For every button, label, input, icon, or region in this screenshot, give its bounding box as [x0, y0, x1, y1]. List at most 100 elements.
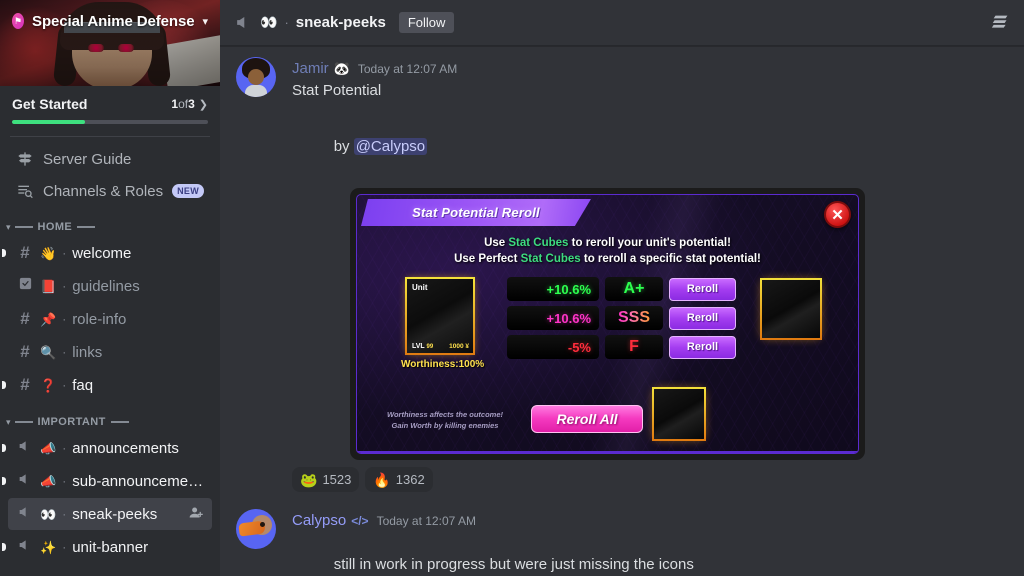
- home-icon: ⚑: [12, 13, 25, 29]
- channel-separator: ·: [62, 507, 67, 521]
- announcement-channel-icon: [16, 471, 34, 492]
- stat-rows: +10.6% A+ Reroll +10.6% SSS Reroll -5% F…: [507, 277, 736, 364]
- stat-cubes-highlight: Stat Cubes: [508, 237, 569, 249]
- category-home[interactable]: ▾ HOME: [0, 207, 220, 236]
- pepe-reaction[interactable]: 🐸 1523: [292, 467, 360, 492]
- announcement-channel-icon: [234, 13, 253, 32]
- sidebar-item-faq[interactable]: # ❓ · faq: [2, 369, 212, 401]
- channel-emoji: 👀: [260, 14, 278, 30]
- unit-card[interactable]: Unit LVL 99 1000 ¥: [405, 277, 475, 355]
- reroll-button[interactable]: Reroll: [669, 277, 736, 301]
- pepe-icon: 🐸: [300, 471, 318, 488]
- category-label: HOME: [37, 221, 73, 233]
- stat-percent: -5%: [507, 335, 599, 359]
- channel-sidebar: ⚑ Special Anime Defense ▾ Get Started 1o…: [0, 0, 220, 576]
- sidebar-item-links[interactable]: # 🔍 · links: [8, 336, 212, 368]
- channel-emoji: 📣: [40, 440, 57, 456]
- sidebar-item-sneak-peeks[interactable]: 👀 · sneak-peeks: [8, 498, 212, 530]
- channel-separator: ·: [62, 378, 67, 392]
- channel-emoji: 👋: [40, 245, 57, 261]
- mention-prefix: by: [333, 138, 354, 155]
- message-author[interactable]: Jamir: [292, 58, 329, 80]
- message-attachment-image[interactable]: Stat Potential Reroll ✕ Use Stat Cubes t…: [350, 188, 865, 460]
- sidebar-item-welcome[interactable]: # 👋 · welcome: [2, 237, 212, 269]
- message-author[interactable]: Calypso: [292, 510, 346, 532]
- message-list[interactable]: Jamir 🐼 Today at 12:07 AM Stat Potential…: [220, 46, 1024, 576]
- message-header: Jamir 🐼 Today at 12:07 AM: [292, 58, 976, 80]
- chevron-down-icon: ▾: [6, 416, 11, 427]
- close-icon[interactable]: ✕: [824, 201, 851, 228]
- channel-separator: ·: [62, 540, 67, 554]
- chevron-right-icon[interactable]: ❯: [199, 99, 208, 111]
- avatar[interactable]: [236, 509, 276, 549]
- channel-emoji: ✨: [40, 539, 57, 555]
- channels-roles-icon: [16, 182, 34, 200]
- message-text: still in work in progress but were just …: [292, 532, 976, 576]
- channel-name: guidelines: [72, 277, 140, 295]
- developer-badge-icon: </>: [351, 514, 369, 528]
- channel-name: sub-announcements: [72, 472, 204, 490]
- channel-separator: ·: [62, 441, 67, 455]
- discord-app: ⚑ Special Anime Defense ▾ Get Started 1o…: [0, 0, 1024, 576]
- sidebar-item-label: Server Guide: [43, 150, 132, 168]
- item-slot-bottom[interactable]: [652, 387, 706, 441]
- gui-description: Use Stat Cubes to reroll your unit's pot…: [357, 235, 858, 267]
- announcement-channel-icon: [16, 504, 34, 525]
- unread-pip: [2, 543, 6, 551]
- channel-separator: ·: [284, 15, 289, 30]
- reaction-count: 1523: [322, 472, 352, 487]
- fire-reaction[interactable]: 🔥 1362: [365, 467, 433, 492]
- hash-icon: #: [20, 309, 30, 328]
- threads-icon[interactable]: [990, 12, 1012, 34]
- channel-header: 👀 · sneak-peeks Follow: [220, 0, 1024, 46]
- channel-name: links: [72, 343, 103, 361]
- author-emoji: 🐼: [333, 61, 350, 76]
- reroll-all-button[interactable]: Reroll All: [531, 405, 643, 433]
- hash-icon: #: [20, 375, 30, 394]
- user-mention[interactable]: @Calypso: [353, 138, 428, 155]
- message-jamir-1: Jamir 🐼 Today at 12:07 AM Stat Potential…: [220, 56, 1024, 494]
- channel-emoji: ❓: [40, 377, 57, 393]
- item-slot-right[interactable]: [760, 278, 822, 340]
- unread-pip: [2, 444, 6, 452]
- channel-emoji: 👀: [40, 506, 57, 522]
- add-member-icon[interactable]: [189, 505, 204, 523]
- sidebar-item-announcements[interactable]: 📣 · announcements: [2, 432, 212, 464]
- server-name-header[interactable]: ⚑ Special Anime Defense ▾: [0, 0, 220, 42]
- channel-emoji: 📌: [40, 311, 57, 327]
- message-timestamp: Today at 12:07 AM: [357, 62, 458, 76]
- unread-pip: [2, 381, 6, 389]
- worthiness-hint: Worthiness affects the outcome! Gain Wor…: [387, 409, 503, 431]
- sidebar-item-sub-announcements[interactable]: 📣 · sub-announcements: [2, 465, 212, 497]
- category-important[interactable]: ▾ IMPORTANT: [0, 402, 220, 431]
- reroll-button[interactable]: Reroll: [669, 335, 736, 359]
- announcement-channel-icon: [16, 537, 34, 558]
- stat-grade: SSS: [605, 306, 663, 330]
- message-timestamp: Today at 12:07 AM: [376, 514, 476, 528]
- new-badge: NEW: [172, 184, 204, 198]
- stat-cubes-highlight: Stat Cubes: [520, 253, 581, 265]
- avatar[interactable]: [236, 57, 276, 97]
- reaction-count: 1362: [395, 472, 425, 487]
- follow-button[interactable]: Follow: [398, 12, 455, 33]
- main-content: 👀 · sneak-peeks Follow Jamir 🐼 Today at …: [220, 0, 1024, 576]
- message-text: Stat Potential: [292, 82, 382, 99]
- get-started-section[interactable]: Get Started 1of3 ❯: [0, 86, 220, 132]
- gui-title: Stat Potential Reroll: [412, 205, 540, 220]
- sidebar-item-role-info[interactable]: # 📌 · role-info: [8, 303, 212, 335]
- gui-desc-line-1: Use Stat Cubes to reroll your unit's pot…: [484, 237, 731, 249]
- hint-line-2: Gain Worth by killing enemies: [391, 421, 499, 430]
- sidebar-item-guidelines[interactable]: 📕 · guidelines: [8, 270, 212, 302]
- hash-icon: #: [20, 243, 30, 262]
- reroll-button[interactable]: Reroll: [669, 306, 736, 330]
- stat-grade: A+: [605, 277, 663, 301]
- worthiness-label: Worthiness:100%: [401, 359, 485, 370]
- sidebar-item-unit-banner[interactable]: ✨ · unit-banner: [2, 531, 212, 563]
- message-text-mention-line: by @Calypso: [292, 114, 976, 180]
- sidebar-item-channels-roles[interactable]: Channels & Roles NEW: [8, 176, 212, 206]
- sidebar-item-server-guide[interactable]: Server Guide: [8, 144, 212, 174]
- message-body-text: still in work in progress but were just …: [333, 556, 694, 573]
- reaction-list: 🐸 1523 🔥 1362: [292, 467, 976, 492]
- chevron-down-icon[interactable]: ▾: [202, 15, 208, 28]
- channel-name: role-info: [72, 310, 127, 328]
